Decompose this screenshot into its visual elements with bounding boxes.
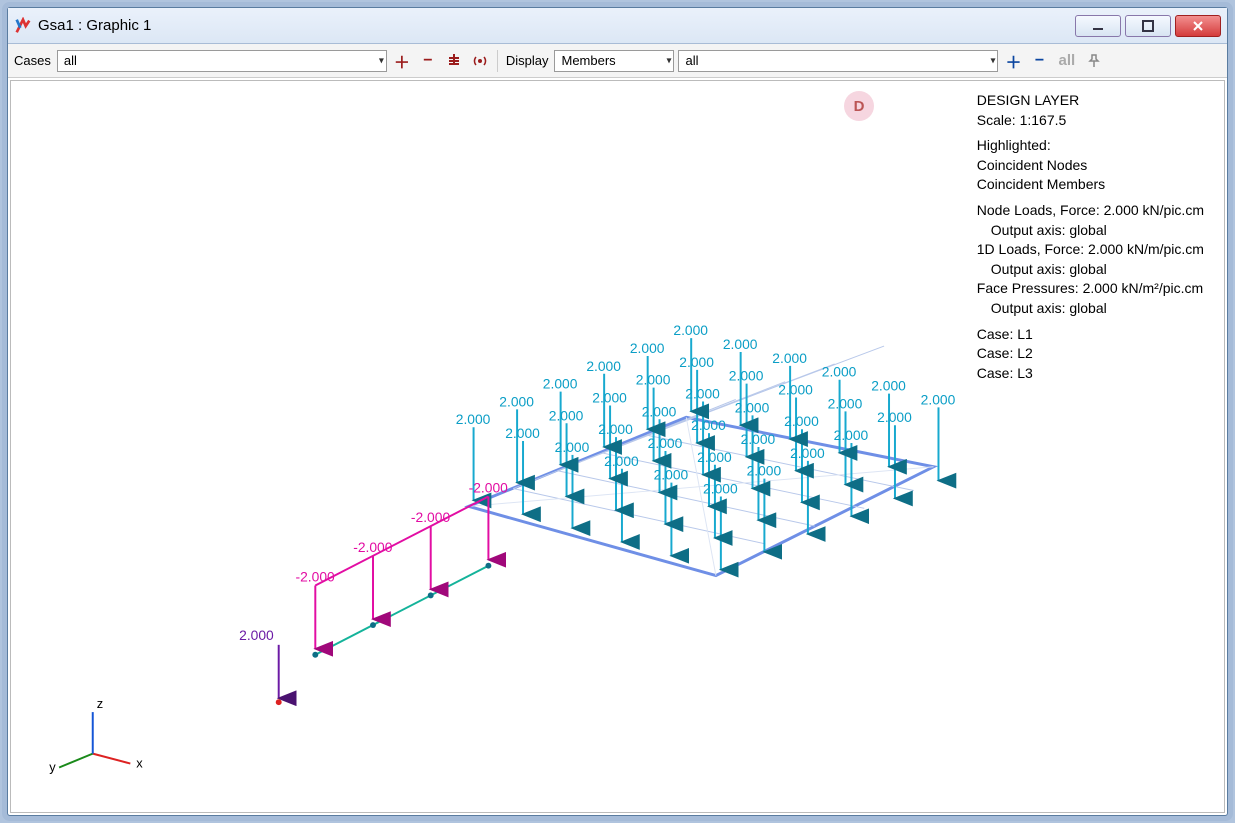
info-output-axis-3: Output axis: global bbox=[977, 299, 1204, 319]
info-highlighted-1: Coincident Nodes bbox=[977, 156, 1204, 176]
cases-value: all bbox=[64, 53, 77, 68]
magenta-load-label: -2.000 bbox=[411, 509, 451, 525]
teal-load-label: 2.000 bbox=[642, 403, 677, 419]
info-1d-loads: 1D Loads, Force: 2.000 kN/m/pic.cm bbox=[977, 240, 1204, 260]
display-label: Display bbox=[504, 53, 551, 68]
teal-load-label: 2.000 bbox=[723, 336, 758, 352]
info-panel: DESIGN LAYER Scale: 1:167.5 Highlighted:… bbox=[977, 91, 1204, 383]
teal-load-label: 2.000 bbox=[499, 393, 534, 409]
teal-load-label: 2.000 bbox=[604, 453, 639, 469]
add-case-button[interactable]: ＋ bbox=[391, 50, 413, 72]
window-title: Gsa1 : Graphic 1 bbox=[38, 17, 1075, 34]
info-face-pressures: Face Pressures: 2.000 kN/m²/pic.cm bbox=[977, 279, 1204, 299]
info-highlighted-2: Coincident Members bbox=[977, 175, 1204, 195]
teal-load-label: 2.000 bbox=[735, 399, 770, 415]
teal-load-label: 2.000 bbox=[673, 322, 708, 338]
info-case-2: Case: L2 bbox=[977, 344, 1204, 364]
teal-load-label: 2.000 bbox=[834, 427, 869, 443]
title-bar[interactable]: Gsa1 : Graphic 1 bbox=[8, 8, 1227, 44]
teal-load-label: 2.000 bbox=[871, 378, 906, 394]
chevron-down-icon: ▾ bbox=[990, 55, 995, 66]
teal-load-label: 2.000 bbox=[703, 480, 738, 496]
toolbar: Cases all ▾ ＋ − Display Members ▾ all ▾ … bbox=[8, 44, 1227, 78]
teal-load-label: 2.000 bbox=[586, 358, 621, 374]
magenta-load-label: -2.000 bbox=[469, 479, 509, 495]
teal-load-label: 2.000 bbox=[592, 389, 627, 405]
axis-z-label: z bbox=[97, 696, 103, 711]
node-point-load: 2.000 bbox=[239, 627, 282, 705]
axis-x-label: x bbox=[136, 755, 143, 770]
cases-dropdown[interactable]: all ▾ bbox=[57, 50, 387, 72]
broadcast-icon[interactable] bbox=[469, 50, 491, 72]
remove-case-button[interactable]: − bbox=[417, 50, 439, 72]
magenta-line-load: -2.000 -2.000 -2.000 -2.000 bbox=[296, 479, 509, 657]
add-filter-button[interactable]: ＋ bbox=[1002, 50, 1024, 72]
teal-load-label: 2.000 bbox=[549, 407, 584, 423]
teal-load-label: 2.000 bbox=[790, 445, 825, 461]
info-highlighted-label: Highlighted: bbox=[977, 136, 1204, 156]
info-case-1: Case: L1 bbox=[977, 325, 1204, 345]
cases-label: Cases bbox=[12, 53, 53, 68]
display-dropdown[interactable]: Members ▾ bbox=[554, 50, 674, 72]
info-output-axis-2: Output axis: global bbox=[977, 260, 1204, 280]
teal-load-label: 2.000 bbox=[747, 463, 782, 479]
teal-load-label: 2.000 bbox=[543, 376, 578, 392]
app-logo-icon bbox=[14, 17, 32, 35]
teal-load-label: 2.000 bbox=[685, 386, 720, 402]
teal-load-label: 2.000 bbox=[877, 409, 912, 425]
chevron-down-icon: ▾ bbox=[666, 55, 671, 66]
teal-load-label: 2.000 bbox=[921, 391, 956, 407]
teal-load-label: 2.000 bbox=[778, 382, 813, 398]
info-node-loads: Node Loads, Force: 2.000 kN/pic.cm bbox=[977, 201, 1204, 221]
pin-icon[interactable] bbox=[1083, 50, 1105, 72]
teal-load-label: 2.000 bbox=[784, 413, 819, 429]
teal-load-label: 2.000 bbox=[741, 431, 776, 447]
teal-load-label: 2.000 bbox=[456, 411, 491, 427]
display-value: Members bbox=[561, 53, 615, 68]
teal-load-label: 2.000 bbox=[654, 467, 689, 483]
axis-triad: x y z bbox=[49, 696, 143, 774]
graphics-viewport[interactable]: D DESIGN LAYER Scale: 1:167.5 Highlighte… bbox=[10, 80, 1225, 813]
app-window: Gsa1 : Graphic 1 Cases all ▾ ＋ − Display… bbox=[7, 7, 1228, 816]
teal-load-label: 2.000 bbox=[772, 350, 807, 366]
teal-load-labels: 2.000 2.000 2.000 2.000 2.000 2.000 2.000 2.000… bbox=[456, 322, 956, 496]
info-output-axis-1: Output axis: global bbox=[977, 221, 1204, 241]
info-case-3: Case: L3 bbox=[977, 364, 1204, 384]
teal-load-label: 2.000 bbox=[505, 425, 540, 441]
info-scale: Scale: 1:167.5 bbox=[977, 111, 1204, 131]
teal-load-label: 2.000 bbox=[555, 439, 590, 455]
teal-load-label: 2.000 bbox=[729, 368, 764, 384]
remove-filter-button[interactable]: − bbox=[1028, 50, 1050, 72]
teal-load-label: 2.000 bbox=[679, 354, 714, 370]
maximize-button[interactable] bbox=[1125, 15, 1171, 37]
close-button[interactable] bbox=[1175, 15, 1221, 37]
teal-load-label: 2.000 bbox=[630, 340, 665, 356]
minimize-button[interactable] bbox=[1075, 15, 1121, 37]
purple-load-label: 2.000 bbox=[239, 627, 274, 643]
filter-value: all bbox=[685, 53, 698, 68]
magenta-load-label: -2.000 bbox=[353, 539, 393, 555]
filter-dropdown[interactable]: all ▾ bbox=[678, 50, 998, 72]
all-toggle[interactable]: all bbox=[1054, 52, 1079, 69]
design-layer-badge: D bbox=[844, 91, 874, 121]
teal-load-label: 2.000 bbox=[691, 417, 726, 433]
supports-icon[interactable] bbox=[443, 50, 465, 72]
teal-load-label: 2.000 bbox=[828, 395, 863, 411]
teal-load-label: 2.000 bbox=[822, 364, 857, 380]
magenta-load-label: -2.000 bbox=[296, 569, 336, 585]
teal-load-label: 2.000 bbox=[636, 372, 671, 388]
chevron-down-icon: ▾ bbox=[379, 55, 384, 66]
teal-load-label: 2.000 bbox=[697, 449, 732, 465]
info-title: DESIGN LAYER bbox=[977, 91, 1204, 111]
teal-load-label: 2.000 bbox=[598, 421, 633, 437]
teal-load-label: 2.000 bbox=[648, 435, 683, 451]
axis-y-label: y bbox=[49, 759, 56, 774]
